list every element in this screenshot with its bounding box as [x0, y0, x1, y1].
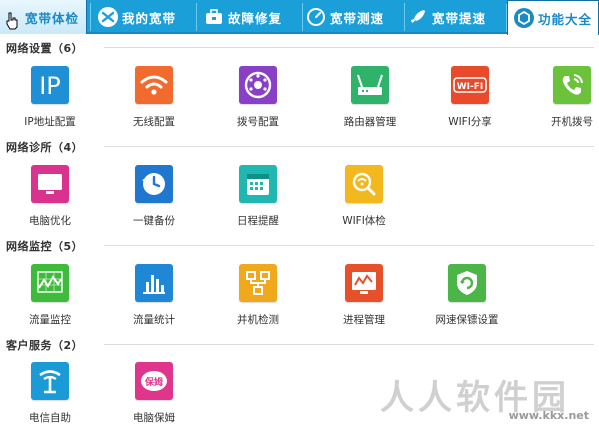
feature-one-click-backup[interactable]: 一键备份 [108, 165, 200, 245]
tab-label: 宽带体检 [25, 10, 80, 26]
section-divider [104, 47, 594, 48]
toolbox-icon [204, 7, 224, 27]
feature-label: 网速保镖设置 [435, 314, 499, 326]
hand-cursor-icon [6, 12, 18, 30]
feature-ip-config[interactable]: IP IP地址配置 [4, 66, 96, 146]
tab-label: 功能大全 [538, 11, 593, 27]
wifi-share-icon: WI-FI [451, 66, 489, 104]
nanny-badge-text: 保姆 [144, 376, 163, 388]
watermark-url: www.kkx.net [508, 409, 589, 422]
feature-label: 流量监控 [29, 314, 71, 326]
feature-traffic-stats[interactable]: 流量统计 [108, 264, 200, 344]
feature-label: 日程提醒 [237, 215, 279, 227]
tab-label: 宽带测速 [330, 10, 385, 26]
calendar-icon [239, 165, 277, 203]
rocket-icon [408, 7, 428, 27]
feature-label: 进程管理 [343, 314, 385, 326]
backup-clock-icon [135, 165, 173, 203]
ip-icon: IP [31, 66, 69, 104]
speedometer-icon [306, 7, 326, 27]
feature-process-management[interactable]: 进程管理 [318, 264, 410, 344]
tab-speed-test[interactable]: 宽带测速 [302, 0, 402, 34]
network-topology-icon [239, 264, 277, 302]
feature-shared-machine-detect[interactable]: 并机检测 [212, 264, 304, 344]
tab-label: 宽带提速 [432, 10, 487, 26]
feature-label: IP地址配置 [24, 116, 76, 128]
feature-label: WIFI分享 [448, 116, 492, 128]
tab-label: 故障修复 [228, 10, 283, 26]
section-divider [104, 245, 594, 246]
svg-text:WI-FI: WI-FI [457, 82, 484, 92]
feature-pc-nanny[interactable]: 保姆 电脑保姆 [108, 362, 200, 424]
monitor-icon [31, 165, 69, 203]
tab-my-broadband[interactable]: 我的宽带 [90, 0, 190, 34]
bar-stats-icon [135, 264, 173, 302]
traffic-monitor-icon [31, 264, 69, 302]
tab-all-features[interactable]: 功能大全 [506, 0, 599, 35]
feature-schedule-reminder[interactable]: 日程提醒 [212, 165, 304, 245]
feature-telecom-self-service[interactable]: 电信自助 [4, 362, 96, 424]
feature-label: 无线配置 [133, 116, 175, 128]
feature-speed-guard-settings[interactable]: 网速保镖设置 [421, 264, 513, 344]
process-monitor-icon [345, 264, 383, 302]
top-tab-bar: 宽带体检 我的宽带 故障修复 宽带测速 宽带提速 功能大全 [0, 0, 599, 35]
section-divider [104, 146, 594, 147]
feature-label: 拨号配置 [237, 116, 279, 128]
feature-pc-optimize[interactable]: 电脑优化 [4, 165, 96, 245]
feature-label: 流量统计 [133, 314, 175, 326]
feature-label: 一键备份 [133, 215, 175, 227]
feature-label: WIFI体检 [342, 215, 386, 227]
wifi-icon [135, 66, 173, 104]
phone-call-icon [553, 66, 591, 104]
feature-wireless-config[interactable]: 无线配置 [108, 66, 200, 146]
section-title-network-settings: 网络设置（6） [6, 42, 84, 55]
feature-label: 并机检测 [237, 314, 279, 326]
router-icon [351, 66, 389, 104]
feature-wifi-share[interactable]: WI-FI WIFI分享 [424, 66, 516, 146]
tab-fault-repair[interactable]: 故障修复 [196, 0, 296, 34]
grid-icon [514, 8, 534, 28]
feature-router-management[interactable]: 路由器管理 [324, 66, 416, 146]
tab-speed-boost[interactable]: 宽带提速 [404, 0, 504, 34]
shield-refresh-icon [448, 264, 486, 302]
feature-label: 电信自助 [29, 412, 71, 424]
watermark: 人人软件园 www.kkx.net [380, 370, 595, 422]
feature-label: 开机拨号 [551, 116, 593, 128]
svg-text:IP: IP [39, 72, 61, 98]
telecom-logo-icon [31, 362, 69, 400]
feature-dial-config[interactable]: 拨号配置 [212, 66, 304, 146]
section-title-network-clinic: 网络诊所（4） [6, 141, 84, 154]
section-title-customer-service: 客户服务（2） [6, 339, 84, 352]
feature-label: 电脑保姆 [133, 412, 175, 424]
feature-label: 路由器管理 [343, 116, 397, 128]
feature-wifi-checkup[interactable]: WIFI体检 [318, 165, 410, 245]
feature-traffic-monitor[interactable]: 流量监控 [4, 264, 96, 344]
nanny-icon: 保姆 [135, 362, 173, 400]
feature-label: 电脑优化 [29, 215, 71, 227]
tab-label: 我的宽带 [122, 10, 177, 26]
wifi-check-icon [345, 165, 383, 203]
section-title-network-monitoring: 网络监控（5） [6, 240, 84, 253]
feature-boot-dial[interactable]: 开机拨号 [526, 66, 599, 146]
dial-phone-icon [239, 66, 277, 104]
section-divider [104, 344, 594, 345]
globe-icon [98, 7, 118, 27]
